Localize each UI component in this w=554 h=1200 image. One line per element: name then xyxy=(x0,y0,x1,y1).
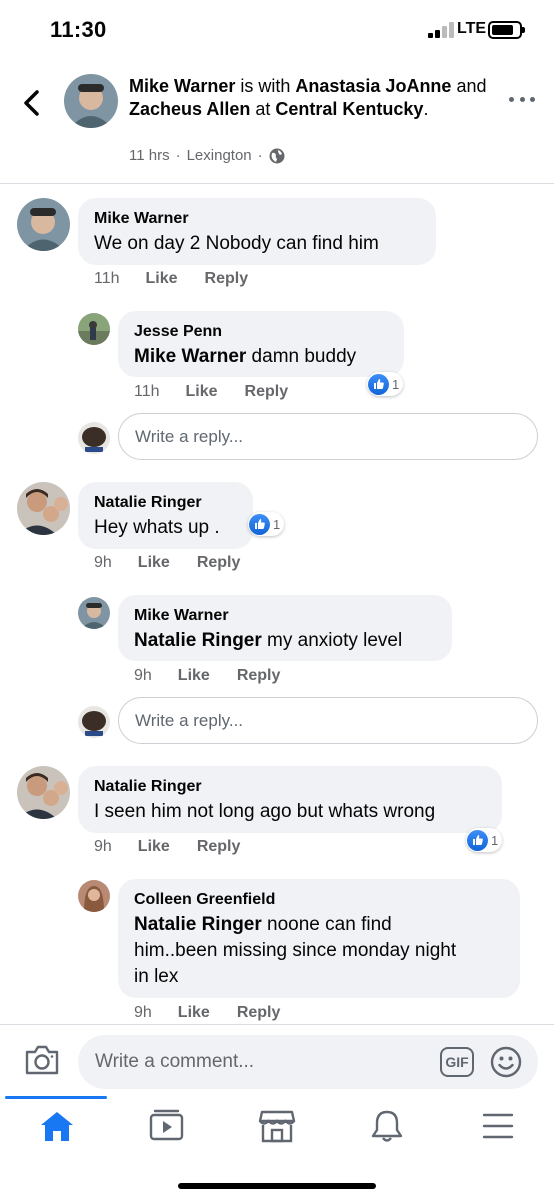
comment-bubble: Mike Warner We on day 2 Nobody can find … xyxy=(78,198,436,265)
comment-actions: 11h Like Reply xyxy=(134,383,315,401)
comment-actions: 9h Like Reply xyxy=(134,667,307,685)
home-indicator[interactable] xyxy=(178,1183,376,1189)
reaction-count[interactable]: 1 xyxy=(367,372,404,396)
avatar[interactable] xyxy=(17,766,70,819)
comment-text: Hey whats up . xyxy=(94,517,220,538)
mention-link[interactable]: Natalie Ringer xyxy=(134,914,262,935)
comment-actions: 9h Like Reply xyxy=(94,838,267,856)
home-icon xyxy=(41,1112,73,1141)
watch-icon xyxy=(149,1109,184,1141)
comment-text: Natalie Ringer noone can find him..been m… xyxy=(134,914,457,987)
tab-home[interactable] xyxy=(37,1108,77,1144)
comment-input[interactable]: Write a comment... GIF xyxy=(78,1035,538,1089)
tagged-user-1[interactable]: Anastasia JoAnne xyxy=(295,76,451,96)
mention-link[interactable]: Natalie Ringer xyxy=(134,630,262,651)
mention-link[interactable]: Mike Warner xyxy=(134,346,246,367)
tab-notifications[interactable] xyxy=(367,1108,407,1144)
location-link[interactable]: Central Kentucky xyxy=(275,99,423,119)
comment-composer: Write a comment... GIF xyxy=(0,1024,554,1096)
comment-actions: 9h Like Reply xyxy=(134,1004,307,1022)
thumbs-up-icon xyxy=(467,829,488,851)
battery-icon xyxy=(488,21,525,39)
emoji-icon[interactable] xyxy=(490,1046,522,1078)
like-button[interactable]: Like xyxy=(178,1004,210,1022)
tab-watch[interactable] xyxy=(147,1108,187,1144)
comment-text: Mike Warner damn buddy xyxy=(134,346,357,367)
post-place: Lexington xyxy=(186,147,252,164)
current-user-avatar xyxy=(78,706,110,738)
globe-icon xyxy=(269,148,285,163)
avatar[interactable] xyxy=(78,597,110,629)
avatar[interactable] xyxy=(78,313,110,345)
like-button[interactable]: Like xyxy=(146,270,178,288)
comment-text: Natalie Ringer my anxioty level xyxy=(134,630,403,651)
comment-author[interactable]: Mike Warner xyxy=(94,209,420,229)
signal-icon xyxy=(428,22,454,38)
reply-button[interactable]: Reply xyxy=(205,270,249,288)
post-meta: 11 hrs · Lexington · xyxy=(129,147,285,164)
comment-text: We on day 2 Nobody can find him xyxy=(94,233,379,254)
author-avatar[interactable] xyxy=(64,74,118,128)
back-button[interactable] xyxy=(18,88,46,118)
reply-button[interactable]: Reply xyxy=(245,383,289,401)
comment-text: I seen him not long ago but whats wrong xyxy=(94,801,436,822)
status-bar: 11:30 LTE xyxy=(0,0,554,62)
comment-bubble: Mike Warner Natalie Ringer my anxioty le… xyxy=(118,595,452,661)
notifications-icon xyxy=(371,1110,403,1142)
comment-bubble: Natalie Ringer Hey whats up . xyxy=(78,482,253,549)
comment-bubble: Natalie Ringer I seen him not long ago b… xyxy=(78,766,502,833)
post-header: Mike Warner is with Anastasia JoAnne and… xyxy=(0,62,554,184)
comment-time: 9h xyxy=(134,1004,152,1021)
reaction-count[interactable]: 1 xyxy=(466,828,503,852)
comment-author[interactable]: Colleen Greenfield xyxy=(134,890,504,910)
tab-marketplace[interactable] xyxy=(257,1108,297,1144)
camera-icon[interactable] xyxy=(24,1044,60,1076)
post-time: 11 hrs xyxy=(129,147,170,164)
comment-author[interactable]: Mike Warner xyxy=(134,606,436,626)
comment-time: 9h xyxy=(134,667,152,684)
reply-input[interactable]: Write a reply... xyxy=(118,413,538,460)
reply-button[interactable]: Reply xyxy=(237,667,281,685)
avatar[interactable] xyxy=(78,880,110,912)
thumbs-up-icon xyxy=(249,513,270,535)
comment-actions: 9h Like Reply xyxy=(94,554,267,572)
author-name[interactable]: Mike Warner xyxy=(129,76,235,96)
comment-author[interactable]: Natalie Ringer xyxy=(94,493,237,513)
marketplace-icon xyxy=(258,1110,296,1143)
reply-button[interactable]: Reply xyxy=(197,838,241,856)
reply-button[interactable]: Reply xyxy=(197,554,241,572)
like-button[interactable]: Like xyxy=(178,667,210,685)
post-title: Mike Warner is with Anastasia JoAnne and… xyxy=(129,76,487,119)
comment-bubble: Colleen Greenfield Natalie Ringer noone … xyxy=(118,879,520,998)
avatar[interactable] xyxy=(17,482,70,535)
comment-time: 9h xyxy=(94,838,112,855)
comment-author[interactable]: Natalie Ringer xyxy=(94,777,486,797)
like-button[interactable]: Like xyxy=(138,554,170,572)
chevron-left-icon xyxy=(24,90,39,116)
more-options-button[interactable] xyxy=(509,97,535,107)
comment-time: 11h xyxy=(94,270,120,287)
current-user-avatar xyxy=(78,422,110,454)
status-time: 11:30 xyxy=(50,17,107,42)
comment-placeholder: Write a comment... xyxy=(95,1051,255,1072)
comment-actions: 11h Like Reply xyxy=(94,270,275,288)
comment-time: 11h xyxy=(134,383,160,400)
like-button[interactable]: Like xyxy=(186,383,218,401)
like-button[interactable]: Like xyxy=(138,838,170,856)
comment-time: 9h xyxy=(94,554,112,571)
gif-icon[interactable]: GIF xyxy=(440,1047,474,1077)
active-tab-indicator xyxy=(5,1096,107,1099)
comment-bubble: Jesse Penn Mike Warner damn buddy xyxy=(118,311,404,377)
thumbs-up-icon xyxy=(368,373,389,395)
tagged-user-2[interactable]: Zacheus Allen xyxy=(129,99,250,119)
reaction-count[interactable]: 1 xyxy=(248,512,285,536)
network-label: LTE xyxy=(457,20,487,37)
reply-button[interactable]: Reply xyxy=(237,1004,281,1022)
avatar[interactable] xyxy=(17,198,70,251)
reply-input[interactable]: Write a reply... xyxy=(118,697,538,744)
comment-author[interactable]: Jesse Penn xyxy=(134,322,388,342)
tab-menu[interactable] xyxy=(478,1108,518,1144)
menu-icon xyxy=(482,1113,514,1139)
